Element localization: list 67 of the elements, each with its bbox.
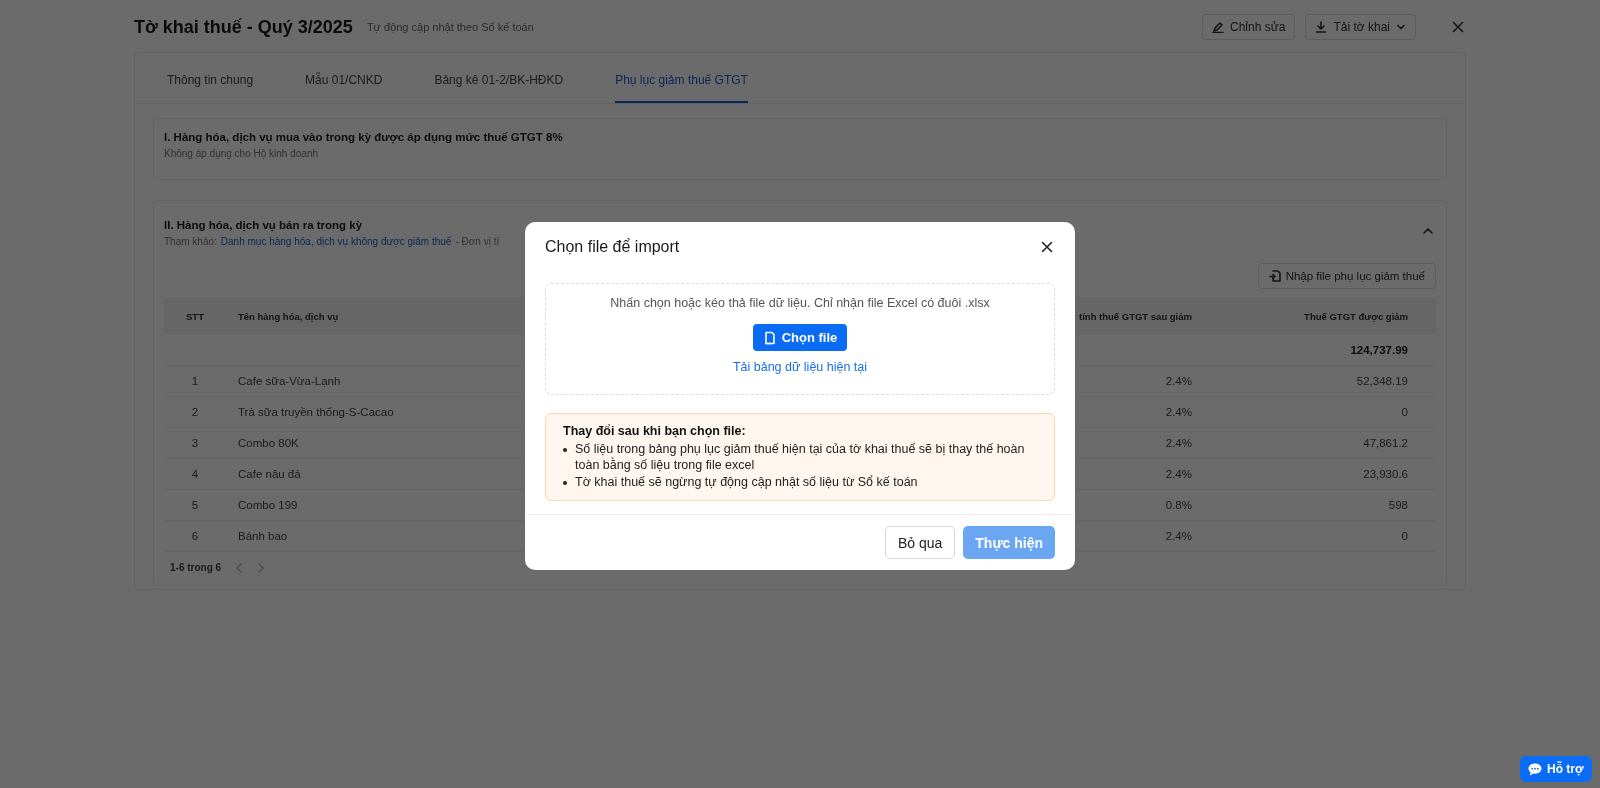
tab[interactable]: Mẫu 01/CNKD (305, 53, 383, 103)
table-cell: Cafe sữa-Vừa-Lạnh (238, 375, 341, 387)
table-cell: 2.4% (1165, 375, 1192, 387)
total-cell: 124,737.99 (1350, 344, 1408, 356)
tab[interactable]: Thông tin chung (167, 53, 254, 103)
close-icon (1452, 21, 1464, 33)
chevron-left-icon (235, 562, 244, 573)
file-import-icon (1268, 270, 1281, 282)
table-cell: Cafe nâu đá (238, 468, 301, 480)
pencil-icon (1212, 21, 1225, 33)
table-cell: 598 (1388, 499, 1408, 511)
table-cell: 23,930.6 (1363, 468, 1408, 480)
table-cell: 3 (191, 437, 199, 449)
table-cell: 1 (191, 375, 199, 387)
cancel-button[interactable]: Bỏ qua (884, 526, 956, 559)
section-title: II. Hàng hóa, dịch vụ bán ra trong kỳ (164, 219, 364, 231)
chevron-up-icon (1422, 225, 1434, 237)
reference-link[interactable]: Danh mục hàng hóa, dịch vụ không được giảm thuế (220, 236, 452, 247)
table-cell: Combo 80K (238, 437, 299, 449)
download-icon (1315, 21, 1328, 33)
table-cell: 52,348.19 (1356, 375, 1408, 387)
table-cell: 0.8% (1165, 499, 1192, 511)
table-cell: 2.4% (1165, 468, 1192, 480)
table-cell: 6 (191, 530, 199, 542)
table-cell: 2.4% (1165, 530, 1192, 542)
chat-bubble-icon (1528, 762, 1542, 776)
tab[interactable]: Phụ lục giảm thuế GTGT (615, 53, 748, 103)
file-drop-zone[interactable]: Nhấn chọn hoặc kéo thả file dữ liệu. Chỉ nhận file Excel có đuôi .xlsx Chọn file Tải bảng dữ liệu hiện tại (545, 283, 1055, 395)
table-cell: Combo 199 (238, 499, 298, 511)
drop-hint: Nhấn chọn hoặc kéo thả file dữ liệu. Chỉ nhận file Excel có đuôi .xlsx (610, 296, 990, 310)
close-button[interactable] (1039, 239, 1055, 255)
download-button[interactable]: Tải tờ khai (1305, 14, 1416, 40)
column-header: STT (186, 310, 204, 322)
chevron-right-icon (257, 562, 266, 573)
column-header: Thuế GTGT được giảm (1304, 310, 1408, 322)
pagination-count: 1-6 trong 6 (170, 562, 222, 573)
table-cell: 2.4% (1165, 406, 1192, 418)
help-button[interactable]: Hỗ trợ (1520, 756, 1592, 782)
download-link[interactable]: Tải bảng dữ liệu hiện tại (732, 360, 868, 374)
table-cell: 2.4% (1165, 437, 1192, 449)
table-cell: 0 (1401, 530, 1408, 542)
column-header: tính thuế GTGT sau giảm (1079, 310, 1192, 322)
section-title: I. Hàng hóa, dịch vụ mua vào trong kỳ được áp dụng mức thuế GTGT 8% (164, 131, 564, 143)
table-cell: 2 (191, 406, 199, 418)
table-cell: Trà sữa truyền thống-S-Cacao (238, 406, 394, 418)
table-cell: 4 (191, 468, 199, 480)
choose-file-button[interactable]: Chọn file (752, 324, 848, 351)
tab[interactable]: Bảng kê 01-2/BK-HĐKD (434, 53, 564, 103)
table-cell: 47,861.2 (1363, 437, 1408, 449)
table-cell: Bánh bao (238, 530, 288, 542)
edit-button[interactable]: Chỉnh sửa (1202, 14, 1296, 40)
warning-text: Tờ khai thuế sẽ ngừng tự động cập nhật số liệu từ Sổ kế toán (575, 474, 918, 490)
import-file-button[interactable]: Nhập file phụ lục giảm thuế (1257, 263, 1436, 289)
close-icon (1041, 241, 1053, 253)
sync-note: Tự động cập nhật theo Sổ kế toán (366, 21, 534, 33)
page-title: Tờ khai thuế - Quý 3/2025 (134, 16, 353, 38)
warning-title: Thay đổi sau khi bạn chọn file: (563, 424, 747, 438)
bullet-icon (563, 448, 567, 452)
file-icon (762, 330, 777, 345)
warning-text: Số liệu trong bảng phụ lục giảm thuế hiện tại của tờ khai thuế sẽ bị thay thế hoàn toàn bằng số liệu trong file excel (575, 441, 1026, 473)
table-cell: 5 (191, 499, 199, 511)
table-cell: 0 (1401, 406, 1408, 418)
dialog-title: Chọn file để import (545, 238, 680, 256)
reference-label: Tham khảo: (164, 236, 217, 247)
chevron-down-icon (1396, 22, 1406, 32)
column-header: Tên hàng hóa, dịch vụ (238, 310, 339, 322)
bullet-icon (563, 481, 567, 485)
